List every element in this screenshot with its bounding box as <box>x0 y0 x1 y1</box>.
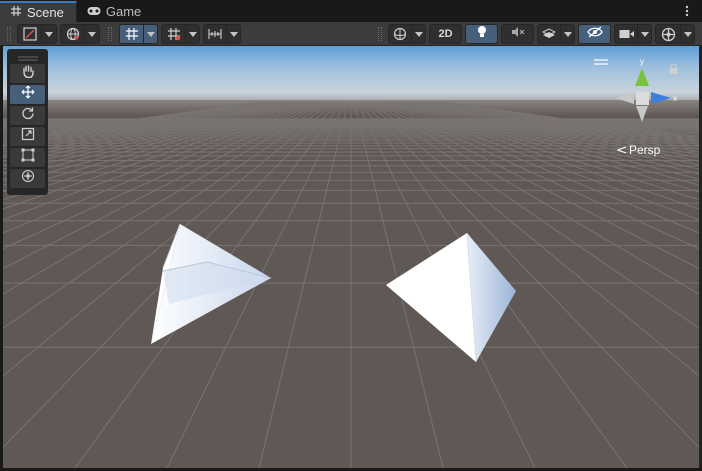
grid-snap-icon <box>120 25 143 43</box>
view-2d-label: 2D <box>438 28 453 40</box>
gizmo-axis-neg-x[interactable] <box>616 92 634 104</box>
scene-viewport[interactable]: y x Persp <box>3 46 699 468</box>
grid-visibility-icon <box>162 25 185 43</box>
chevron-down-icon <box>414 31 423 37</box>
globe-icon <box>61 25 84 43</box>
perspective-icon <box>616 143 627 157</box>
gizmo-axis-y[interactable] <box>635 68 649 86</box>
transform-icon <box>21 169 35 188</box>
view-2d-toggle[interactable]: 2D <box>429 24 462 44</box>
lighting-toggle[interactable] <box>465 24 498 44</box>
gizmo-x-label: x <box>673 94 677 103</box>
toolbar-grip <box>378 27 382 41</box>
scene-toolbar: 2D <box>0 22 702 46</box>
audio-mute-icon <box>511 25 525 43</box>
lightbulb-icon <box>476 25 488 44</box>
tab-scene-label: Scene <box>27 5 64 20</box>
gizmos-dropdown[interactable] <box>655 24 695 44</box>
grid-icon <box>10 5 22 20</box>
shading-sphere-icon <box>389 25 411 43</box>
rotate-tool[interactable] <box>10 106 45 125</box>
tab-game[interactable]: Game <box>77 1 153 22</box>
toolbar-grip <box>108 27 112 41</box>
chevron-down-icon <box>640 31 649 37</box>
tab-bar: Scene Game <box>0 0 702 22</box>
chevron-down-icon <box>563 31 572 37</box>
move-icon <box>21 85 35 104</box>
scale-tool[interactable] <box>10 127 45 146</box>
toolbar-grip <box>7 27 11 41</box>
scene-visibility-toggle[interactable] <box>578 24 611 44</box>
camera-dropdown[interactable] <box>614 24 652 44</box>
eye-hidden-icon <box>586 25 603 43</box>
gizmo-y-label: y <box>640 57 644 66</box>
gizmo-menu-icon[interactable] <box>593 52 609 70</box>
tools-overlay <box>7 49 48 195</box>
effects-dropdown[interactable] <box>537 24 575 44</box>
chevron-down-icon <box>88 31 97 37</box>
hand-tool[interactable] <box>10 64 45 83</box>
global-local-dropdown[interactable] <box>60 24 100 44</box>
gamepad-icon <box>87 4 101 19</box>
chevron-down-icon <box>683 31 692 37</box>
scale-icon <box>21 127 35 146</box>
move-tool[interactable] <box>10 85 45 104</box>
rect-tool[interactable] <box>10 148 45 167</box>
increment-snap-dropdown[interactable] <box>203 24 241 44</box>
snap-ruler-icon <box>204 25 226 43</box>
chevron-down-icon <box>188 31 197 37</box>
rect-icon <box>21 148 35 167</box>
chevron-down-icon <box>229 31 238 37</box>
camera-icon <box>615 25 637 43</box>
transform-tool[interactable] <box>10 169 45 188</box>
rotate-icon <box>21 106 35 125</box>
gizmos-icon <box>656 25 680 43</box>
orientation-gizmo[interactable]: y x <box>609 54 679 129</box>
grid-visibility-dropdown[interactable] <box>161 24 200 44</box>
audio-toggle[interactable] <box>501 24 534 44</box>
scene-render[interactable] <box>3 46 699 468</box>
projection-label: Persp <box>629 143 661 157</box>
more-options-icon[interactable] <box>680 4 694 18</box>
projection-toggle[interactable]: Persp <box>616 143 661 157</box>
hand-icon <box>21 64 35 83</box>
chevron-down-icon <box>45 31 54 37</box>
draw-mode-icon <box>18 25 41 43</box>
shading-mode-dropdown[interactable] <box>388 24 426 44</box>
gizmo-axis-neg-y[interactable] <box>636 106 648 122</box>
grid-snap-toggle[interactable] <box>119 24 158 44</box>
draw-mode-dropdown[interactable] <box>17 24 57 44</box>
effects-layers-icon <box>538 25 560 43</box>
tab-scene[interactable]: Scene <box>0 1 77 22</box>
chevron-down-icon <box>146 31 155 37</box>
gizmo-axis-x[interactable] <box>651 92 671 104</box>
tab-game-label: Game <box>105 4 142 19</box>
tools-drag-handle[interactable] <box>10 52 45 64</box>
gizmo-center-cube[interactable] <box>636 92 649 105</box>
